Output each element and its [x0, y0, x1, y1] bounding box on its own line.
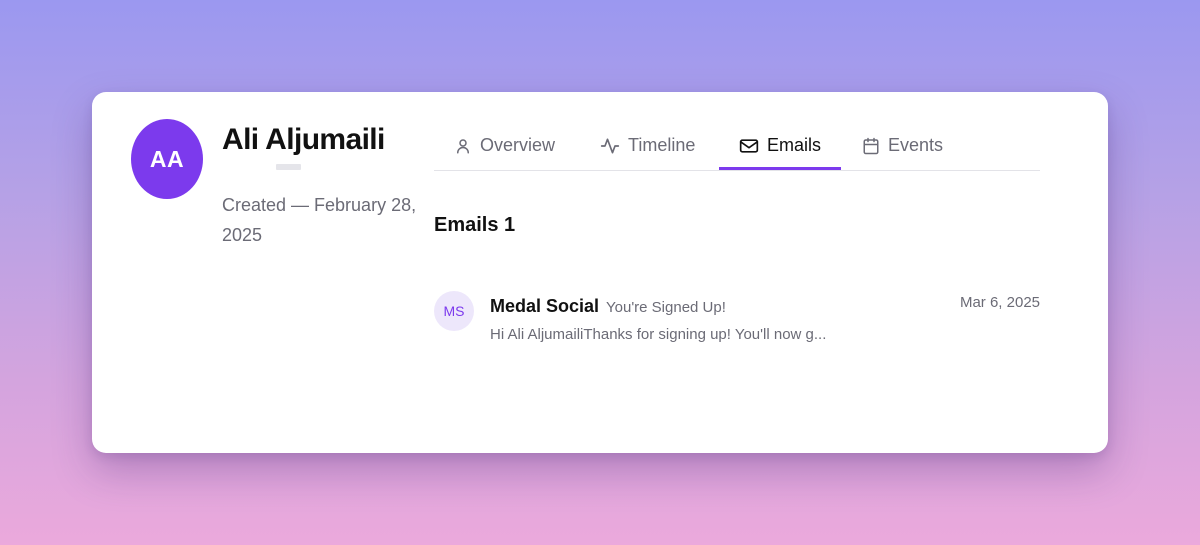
created-date: Created — February 28, 2025 [222, 195, 417, 245]
tab-events-label: Events [888, 135, 944, 155]
sender-avatar: MS [434, 291, 474, 331]
avatar-initials: AA [149, 145, 185, 172]
user-icon [457, 138, 469, 153]
tab-events[interactable]: Events [862, 122, 943, 169]
tab-bar: Overview Timeline Emails Events [434, 122, 1040, 171]
sender-initials: MS [443, 303, 465, 319]
emails-section-title: Emails 1 [434, 214, 516, 236]
email-list-item[interactable]: MS Medal Social You're Signed Up! Mar 6,… [434, 290, 1040, 350]
contact-card: AA Ali Aljumaili Created — February 28, … [92, 92, 1108, 453]
email-subject: You're Signed Up! [606, 299, 726, 316]
avatar: AA [131, 119, 203, 199]
email-sender: Medal Social [490, 296, 600, 316]
tab-emails-label: Emails [767, 135, 822, 155]
name-divider [276, 164, 301, 170]
email-date: Mar 6, 2025 [959, 294, 1040, 311]
tab-overview-label: Overview [480, 135, 556, 155]
email-preview: Hi Ali AljumailiThanks for signing up! Y… [490, 326, 827, 343]
mail-icon [739, 138, 759, 153]
tab-overview[interactable]: Overview [454, 122, 555, 169]
tab-timeline-label: Timeline [628, 135, 696, 155]
tab-timeline[interactable]: Timeline [600, 122, 695, 169]
activity-icon [600, 138, 620, 153]
tab-emails[interactable]: Emails [719, 122, 842, 170]
calendar-icon [863, 137, 879, 154]
contact-name: Ali Aljumaili [222, 123, 385, 156]
